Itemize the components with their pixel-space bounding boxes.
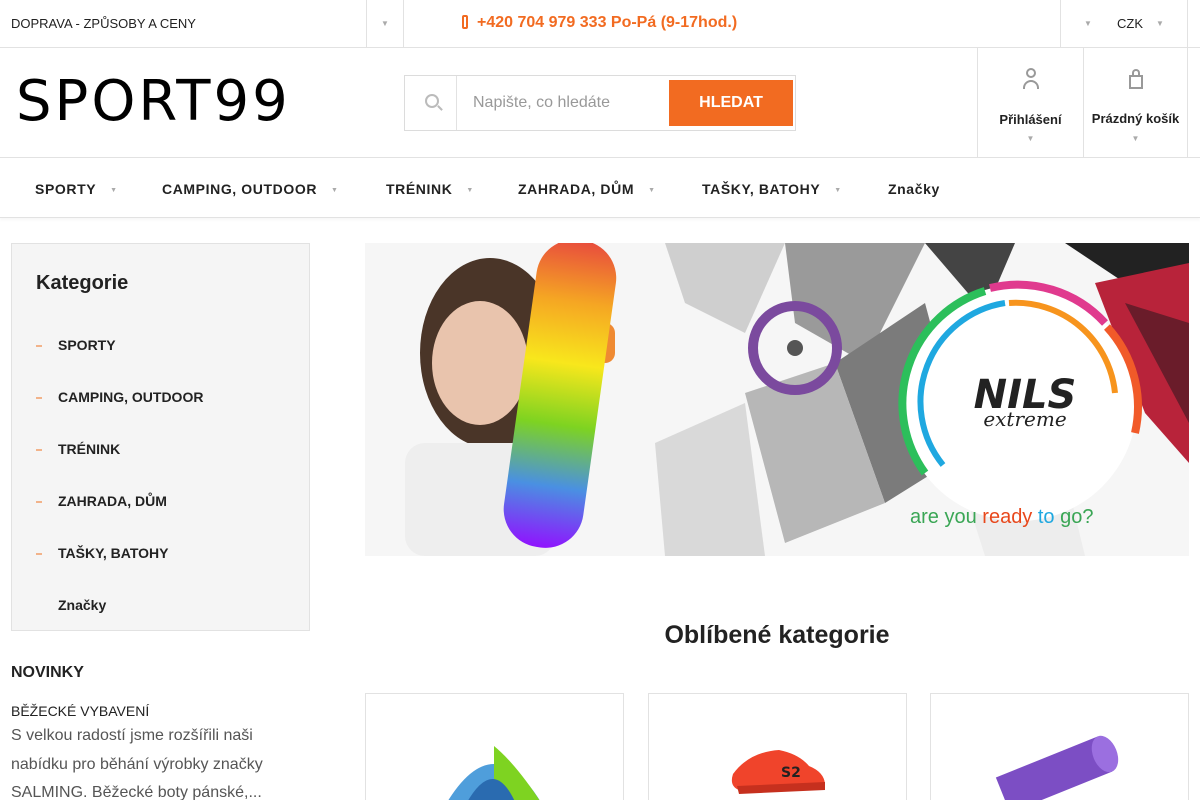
nav-item-camping[interactable]: CAMPING, OUTDOOR ▼ — [162, 181, 339, 197]
category-sidebar: Kategorie SPORTY CAMPING, OUTDOOR TRÉNIN… — [11, 243, 310, 631]
search-button[interactable]: HLEDAT — [669, 80, 793, 126]
shipping-link[interactable]: DOPRAVA - ZPŮSOBY A CENY — [11, 16, 196, 31]
sidebar-item-zahrada[interactable]: ZAHRADA, DŮM — [36, 493, 167, 509]
banner-artwork: NILS extreme are you ready to go? — [365, 243, 1189, 556]
chevron-down-icon[interactable]: ▼ — [1156, 19, 1164, 28]
search-bar: HLEDAT — [404, 75, 796, 131]
currency-selector[interactable]: CZK — [1117, 16, 1143, 31]
sidebar-item-sporty[interactable]: SPORTY — [36, 337, 116, 353]
sidebar-item-znacky[interactable]: Značky — [36, 597, 106, 613]
nav-item-tasky[interactable]: TAŠKY, BATOHY ▼ — [702, 181, 842, 197]
bullet — [36, 501, 42, 503]
yoga-mat-image — [995, 735, 1119, 800]
main-navigation: SPORTY ▼ CAMPING, OUTDOOR ▼ TRÉNINK ▼ ZAHRA… — [0, 158, 1200, 218]
divider — [456, 76, 457, 130]
chevron-down-icon: ▼ — [466, 187, 474, 194]
nav-item-trenink[interactable]: TRÉNINK ▼ — [386, 181, 474, 197]
cart-label: Prázdný košík — [1091, 111, 1180, 126]
promo-banner[interactable]: NILS extreme are you ready to go? — [365, 243, 1189, 556]
phone-icon — [462, 15, 468, 29]
bullet — [36, 397, 42, 399]
news-article-title[interactable]: BĚŽECKÉ VYBAVENÍ — [11, 703, 149, 719]
nav-item-sporty[interactable]: SPORTY ▼ — [35, 181, 118, 197]
chevron-down-icon: ▼ — [648, 187, 656, 194]
news-heading: NOVINKY — [11, 664, 84, 681]
sidebar-item-label: CAMPING, OUTDOOR — [58, 389, 204, 405]
nav-item-label: SPORTY — [35, 181, 97, 197]
sidebar-item-camping[interactable]: CAMPING, OUTDOOR — [36, 389, 203, 405]
category-card[interactable]: S2 — [648, 693, 907, 800]
chevron-down-icon[interactable]: ▼ — [381, 19, 389, 28]
divider — [1060, 0, 1061, 48]
banner-brand-bottom: extreme — [983, 407, 1066, 431]
top-bar: DOPRAVA - ZPŮSOBY A CENY ▼ +420 704 979 … — [0, 0, 1200, 48]
sidebar-item-tasky[interactable]: TAŠKY, BATOHY — [36, 545, 168, 561]
tent-image — [448, 746, 540, 800]
divider — [1187, 0, 1188, 48]
category-card[interactable] — [930, 693, 1189, 800]
nav-item-label: TAŠKY, BATOHY — [702, 181, 821, 197]
user-icon — [1022, 68, 1040, 90]
login-label: Přihlášení — [999, 112, 1062, 127]
sidebar-item-label: SPORTY — [58, 337, 116, 353]
search-input[interactable] — [465, 80, 665, 126]
bullet — [36, 345, 42, 347]
phone-contact[interactable]: +420 704 979 333 Po-Pá (9-17hod.) — [462, 14, 737, 32]
shoe-logo: S2 — [781, 765, 801, 781]
chevron-down-icon: ▼ — [331, 187, 339, 194]
nav-item-zahrada[interactable]: ZAHRADA, DŮM ▼ — [518, 181, 656, 197]
sidebar-item-label: ZAHRADA, DŮM — [58, 493, 167, 509]
cart-button[interactable]: Prázdný košík ▼ — [1083, 48, 1188, 158]
phone-number: +420 704 979 333 Po-Pá (9-17hod.) — [477, 14, 738, 31]
divider — [403, 0, 404, 48]
nav-item-label: ZAHRADA, DŮM — [518, 181, 635, 197]
nav-item-label: TRÉNINK — [386, 181, 453, 197]
sidebar-item-trenink[interactable]: TRÉNINK — [36, 441, 120, 457]
cart-icon — [1127, 68, 1145, 90]
bullet — [36, 449, 42, 451]
nav-item-label: CAMPING, OUTDOOR — [162, 181, 318, 197]
favorites-heading: Oblíbené kategorie — [664, 621, 890, 649]
sidebar-title: Kategorie — [36, 272, 129, 294]
chevron-down-icon: ▼ — [1084, 19, 1092, 28]
running-shoe-image: S2 — [731, 750, 825, 794]
chevron-down-icon: ▼ — [1026, 134, 1035, 143]
search-icon — [425, 94, 439, 108]
header: SPORT99 HLEDAT Přihlášení ▼ Prázdný koší… — [0, 48, 1200, 158]
site-logo[interactable]: SPORT99 — [16, 72, 291, 132]
sidebar-item-label: Značky — [58, 597, 107, 613]
chevron-down-icon: ▼ — [1131, 134, 1140, 143]
bullet — [36, 605, 42, 607]
bullet — [36, 553, 42, 555]
chevron-down-icon: ▼ — [110, 187, 118, 194]
nav-item-znacky[interactable]: Značky — [888, 181, 940, 197]
banner-tagline: are you ready to go? — [910, 506, 1094, 528]
category-card[interactable] — [365, 693, 624, 800]
nav-item-label: Značky — [888, 181, 940, 197]
chevron-down-icon: ▼ — [834, 187, 842, 194]
sidebar-item-label: TAŠKY, BATOHY — [58, 545, 169, 561]
sidebar-item-label: TRÉNINK — [58, 441, 121, 457]
divider — [366, 0, 367, 48]
news-article-excerpt: S velkou radostí jsme rozšířili naši nab… — [11, 727, 263, 800]
login-button[interactable]: Přihlášení ▼ — [977, 48, 1083, 158]
